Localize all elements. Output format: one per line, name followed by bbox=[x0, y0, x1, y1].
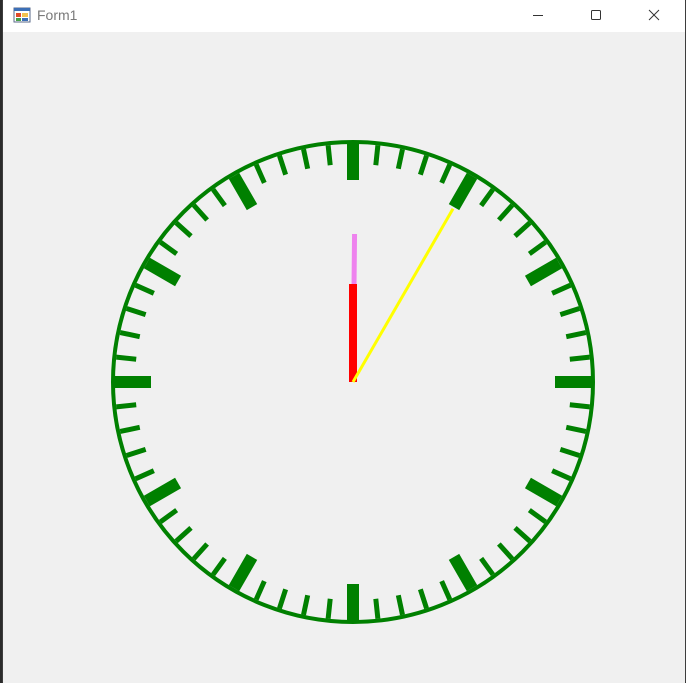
minute-tick-mark bbox=[513, 526, 532, 544]
minute-tick-mark bbox=[565, 424, 587, 434]
minute-tick-mark bbox=[559, 446, 581, 458]
minute-tick-mark bbox=[395, 594, 405, 616]
hour-tick-mark bbox=[143, 257, 182, 287]
minute-tick-mark bbox=[417, 154, 429, 176]
minimize-button[interactable] bbox=[509, 0, 567, 30]
minute-tick-mark bbox=[325, 598, 333, 619]
second-hand bbox=[351, 208, 455, 383]
minute-tick-mark bbox=[551, 282, 572, 296]
minute-tick-mark bbox=[417, 588, 429, 610]
minute-tick-mark bbox=[277, 154, 289, 176]
close-button[interactable] bbox=[625, 0, 683, 30]
minute-tick-mark bbox=[253, 580, 267, 601]
minute-tick-mark bbox=[116, 402, 137, 410]
minute-tick-mark bbox=[211, 556, 227, 577]
minute-tick-mark bbox=[479, 556, 495, 577]
minute-tick-mark bbox=[191, 542, 209, 561]
minute-tick-mark bbox=[134, 468, 155, 482]
title-bar[interactable]: Form1 bbox=[3, 0, 685, 32]
hour-tick-mark bbox=[228, 553, 258, 592]
hour-tick-mark bbox=[143, 477, 182, 507]
minute-tick-mark bbox=[559, 306, 581, 318]
minute-tick-mark bbox=[174, 526, 193, 544]
minute-tick-mark bbox=[513, 220, 532, 238]
minute-tick-mark bbox=[253, 163, 267, 184]
minute-tick-mark bbox=[373, 598, 381, 619]
form-client-area bbox=[3, 32, 685, 683]
minute-tick-mark bbox=[211, 187, 227, 208]
minute-tick-mark bbox=[119, 424, 141, 434]
minute-tick-mark bbox=[301, 594, 311, 616]
minute-tick-mark bbox=[569, 354, 590, 362]
minute-tick-mark bbox=[569, 402, 590, 410]
form-app-icon bbox=[13, 7, 31, 23]
minute-tick-mark bbox=[134, 282, 155, 296]
minute-tick-mark bbox=[497, 542, 515, 561]
minute-tick-mark bbox=[439, 580, 453, 601]
minute-tick-mark bbox=[116, 354, 137, 362]
minute-tick-mark bbox=[158, 508, 179, 524]
hour-tick-mark bbox=[448, 172, 478, 211]
minute-tick-mark bbox=[125, 306, 147, 318]
minute-tick-mark bbox=[325, 145, 333, 166]
minute-tick-mark bbox=[479, 187, 495, 208]
minute-tick-mark bbox=[527, 508, 548, 524]
minute-tick-mark bbox=[551, 468, 572, 482]
minute-tick-mark bbox=[565, 330, 587, 340]
minute-tick-mark bbox=[527, 240, 548, 256]
minimize-icon bbox=[533, 15, 543, 16]
window-title: Form1 bbox=[37, 7, 78, 23]
minute-tick-mark bbox=[125, 446, 147, 458]
minute-tick-mark bbox=[191, 203, 209, 222]
minute-tick-mark bbox=[158, 240, 179, 256]
app-window: Form1 bbox=[3, 0, 685, 683]
hour-tick-mark bbox=[524, 257, 563, 287]
minute-tick-mark bbox=[373, 145, 381, 166]
close-icon bbox=[648, 9, 660, 21]
minute-tick-mark bbox=[497, 203, 515, 222]
hour-tick-mark bbox=[524, 477, 563, 507]
hour-tick-mark bbox=[448, 553, 478, 592]
minute-tick-mark bbox=[277, 588, 289, 610]
minute-tick-mark bbox=[301, 148, 311, 170]
minute-tick-mark bbox=[119, 330, 141, 340]
maximize-button[interactable] bbox=[567, 0, 625, 30]
maximize-icon bbox=[591, 10, 601, 20]
hour-tick-mark bbox=[228, 172, 258, 211]
analog-clock bbox=[111, 140, 595, 624]
minute-tick-mark bbox=[174, 220, 193, 238]
minute-tick-mark bbox=[395, 148, 405, 170]
minute-tick-mark bbox=[439, 163, 453, 184]
